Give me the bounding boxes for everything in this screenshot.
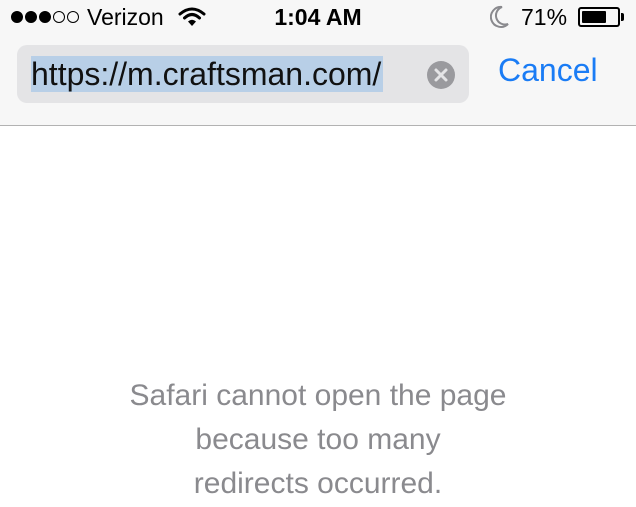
battery-level — [582, 11, 606, 23]
error-line: redirects occurred. — [193, 467, 443, 500]
url-field[interactable]: https://m.craftsman.com/ — [31, 54, 418, 94]
battery-nub — [621, 13, 624, 21]
battery-icon — [578, 7, 620, 27]
clear-icon[interactable] — [427, 61, 455, 89]
error-message: Safari cannot open the page because too … — [0, 374, 636, 506]
cancel-button[interactable]: Cancel — [498, 52, 598, 89]
error-line: Safari cannot open the page — [129, 379, 507, 412]
address-bar[interactable]: https://m.craftsman.com/ — [17, 45, 469, 103]
battery-percent: 71% — [521, 4, 568, 30]
error-line: because too many — [195, 423, 441, 456]
url-selected-text: https://m.craftsman.com/ — [31, 56, 384, 92]
moon-icon — [490, 5, 509, 28]
status-bar: Verizon 1:04 AM 71% — [0, 0, 636, 36]
